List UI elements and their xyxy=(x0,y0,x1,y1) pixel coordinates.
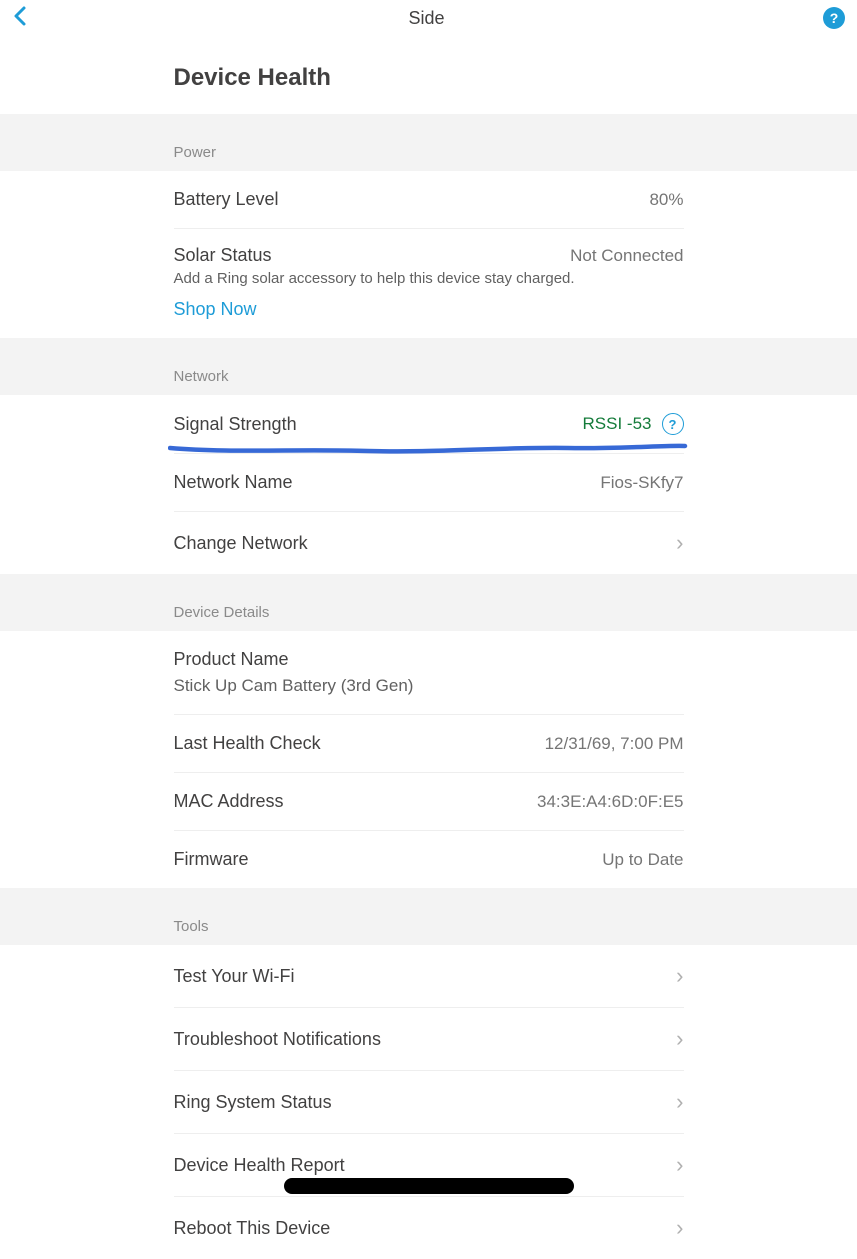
header-title: Side xyxy=(30,8,823,29)
chevron-right-icon: › xyxy=(676,963,683,989)
signal-strength-row[interactable]: Signal Strength RSSI -53 ? xyxy=(174,395,684,454)
last-health-check-row: Last Health Check 12/31/69, 7:00 PM xyxy=(174,715,684,773)
solar-status-row: Solar Status Not Connected Add a Ring so… xyxy=(174,229,684,338)
network-name-row: Network Name Fios-SKfy7 xyxy=(174,454,684,512)
mac-address-row: MAC Address 34:3E:A4:6D:0F:E5 xyxy=(174,773,684,831)
section-header-details: Device Details xyxy=(0,574,857,631)
page-title-block: Device Health xyxy=(0,36,857,114)
firmware-label: Firmware xyxy=(174,849,249,870)
test-wifi-label: Test Your Wi-Fi xyxy=(174,966,295,987)
firmware-row: Firmware Up to Date xyxy=(174,831,684,888)
chevron-right-icon: › xyxy=(676,1026,683,1052)
troubleshoot-label: Troubleshoot Notifications xyxy=(174,1029,381,1050)
battery-level-label: Battery Level xyxy=(174,189,279,210)
product-name-value: Stick Up Cam Battery (3rd Gen) xyxy=(174,676,414,696)
product-name-row: Product Name Stick Up Cam Battery (3rd G… xyxy=(174,631,684,715)
system-status-label: Ring System Status xyxy=(174,1092,332,1113)
network-name-value: Fios-SKfy7 xyxy=(600,473,683,493)
solar-status-label: Solar Status xyxy=(174,245,272,266)
chevron-right-icon: › xyxy=(676,1215,683,1241)
solar-status-subtext: Add a Ring solar accessory to help this … xyxy=(174,270,575,287)
back-button[interactable] xyxy=(12,5,30,32)
change-network-row[interactable]: Change Network › xyxy=(174,512,684,574)
section-header-network: Network xyxy=(0,338,857,395)
battery-level-value: 80% xyxy=(649,190,683,210)
troubleshoot-row[interactable]: Troubleshoot Notifications › xyxy=(174,1008,684,1071)
system-status-row[interactable]: Ring System Status › xyxy=(174,1071,684,1134)
reboot-label: Reboot This Device xyxy=(174,1218,331,1239)
section-header-tools: Tools xyxy=(0,888,857,945)
reboot-row[interactable]: Reboot This Device › xyxy=(174,1197,684,1259)
solar-status-value: Not Connected xyxy=(570,246,683,266)
chevron-left-icon xyxy=(12,5,30,27)
signal-info-button[interactable]: ? xyxy=(662,413,684,435)
mac-address-label: MAC Address xyxy=(174,791,284,812)
firmware-value: Up to Date xyxy=(602,850,683,870)
signal-strength-label: Signal Strength xyxy=(174,414,297,435)
change-network-label: Change Network xyxy=(174,533,308,554)
network-name-label: Network Name xyxy=(174,472,293,493)
question-mark-icon: ? xyxy=(669,417,677,432)
signal-strength-value: RSSI -53 xyxy=(583,414,652,434)
home-indicator[interactable] xyxy=(284,1178,574,1194)
chevron-right-icon: › xyxy=(676,1089,683,1115)
mac-address-value: 34:3E:A4:6D:0F:E5 xyxy=(537,792,683,812)
section-header-power: Power xyxy=(0,114,857,171)
test-wifi-row[interactable]: Test Your Wi-Fi › xyxy=(174,945,684,1008)
product-name-label: Product Name xyxy=(174,649,289,670)
last-health-check-value: 12/31/69, 7:00 PM xyxy=(545,734,684,754)
help-button[interactable]: ? xyxy=(823,7,845,29)
page-title: Device Health xyxy=(174,64,684,92)
chevron-right-icon: › xyxy=(676,530,683,556)
top-bar: Side ? xyxy=(0,0,857,36)
chevron-right-icon: › xyxy=(676,1152,683,1178)
shop-now-link[interactable]: Shop Now xyxy=(174,299,257,320)
last-health-check-label: Last Health Check xyxy=(174,733,321,754)
battery-level-row: Battery Level 80% xyxy=(174,171,684,229)
question-mark-icon: ? xyxy=(830,10,839,26)
health-report-label: Device Health Report xyxy=(174,1155,345,1176)
